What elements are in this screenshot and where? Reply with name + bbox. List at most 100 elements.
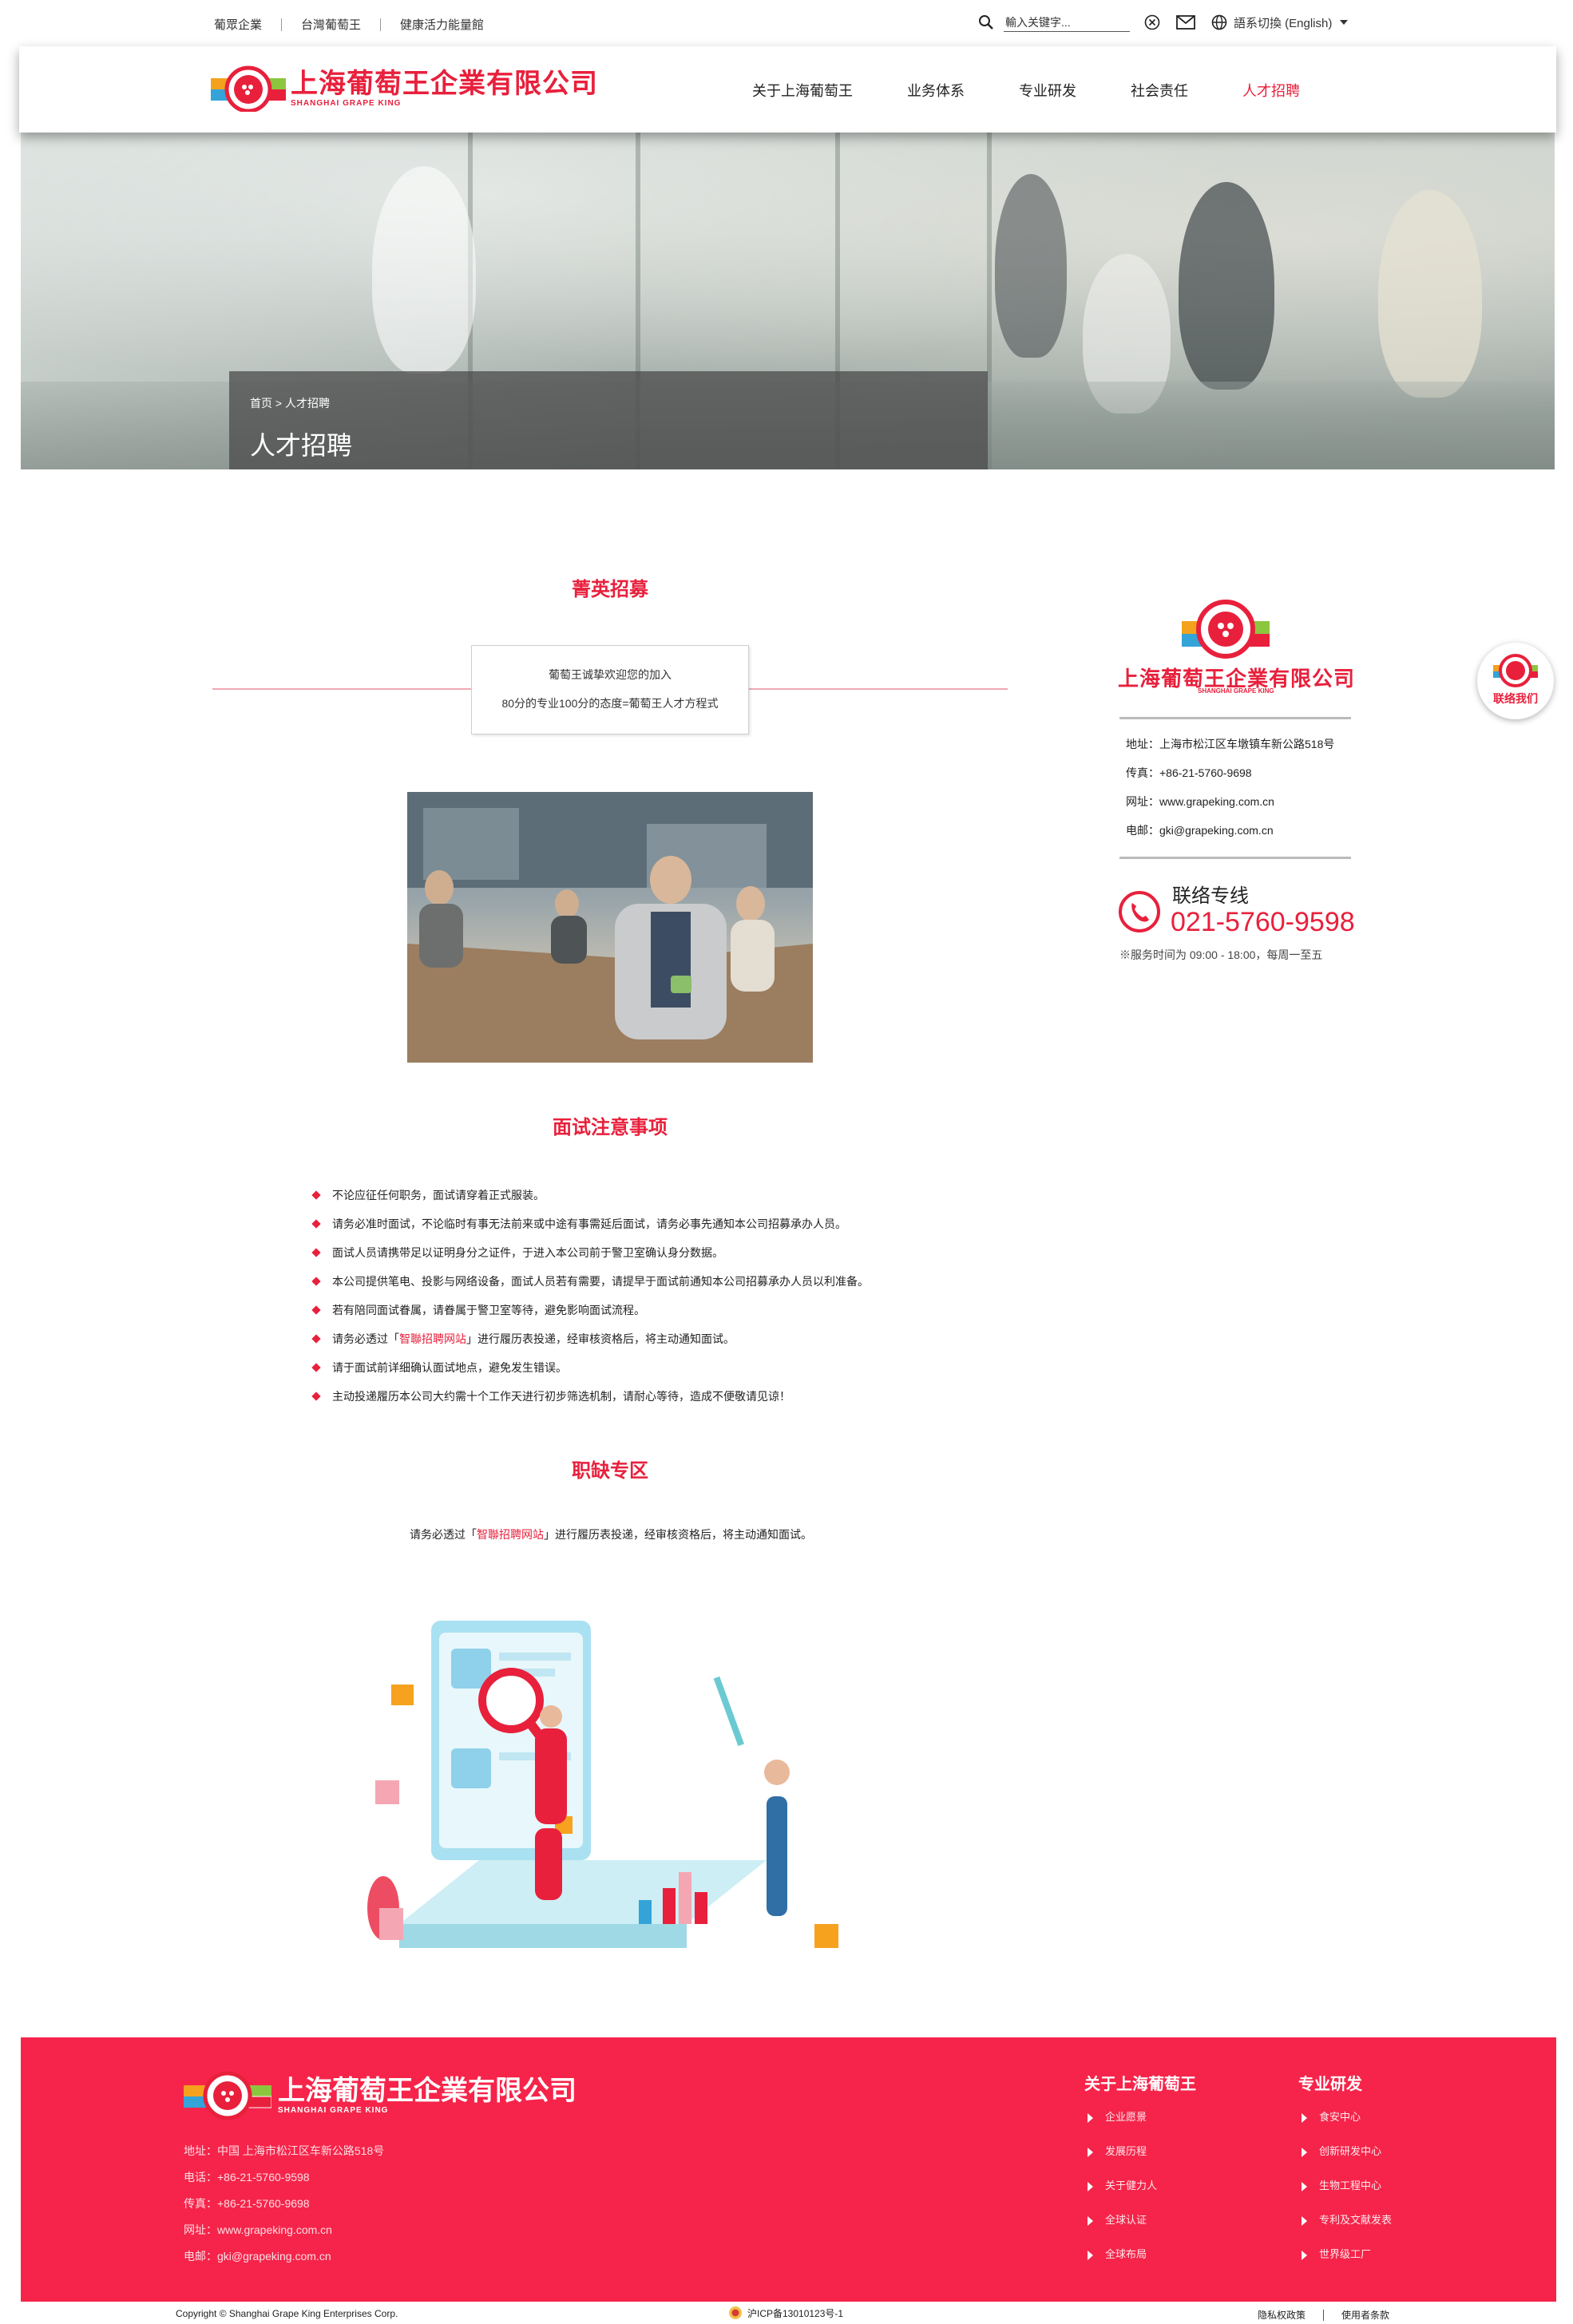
diamond-bullet-icon [311,1248,321,1257]
grape-king-logo-icon [1493,654,1538,687]
footer-fax: 传真：+86-21-5760-9698 [184,2197,310,2210]
logo-english-name: SHANGHAI GRAPE KING [291,98,402,108]
diamond-bullet-icon [311,1392,321,1401]
top-link-health-hall[interactable]: 健康活力能量館 [400,16,484,33]
footer-company-name: 上海葡萄王企業有限公司 [278,2075,577,2106]
footer-link[interactable]: 食安中心 [1298,2108,1392,2143]
list-item: 请务必透过「智聯招聘网站」进行履历表投递，经审核资格后，将主动通知面试。 [311,1329,998,1358]
footer-link[interactable]: 全球认证 [1084,2211,1196,2246]
divider [1323,2309,1325,2321]
footer-link[interactable]: 专利及文献发表 [1298,2211,1392,2246]
top-utility-bar: 葡眾企業 台灣葡萄王 健康活力能量館 語系切換 (English) [0,0,1573,46]
hero-person [1179,182,1274,390]
nav-about[interactable]: 关于上海葡萄王 [752,80,853,101]
privacy-link[interactable]: 隐私权政策 [1258,2308,1306,2322]
hotline-number[interactable]: 021-5760-9598 [1171,907,1355,938]
note-text: 请于面试前详细确认面试地点，避免发生错误。 [332,1361,567,1374]
triangle-right-icon [1302,2113,1307,2123]
nav-social[interactable]: 社会责任 [1131,80,1188,101]
interview-notes-list: 不论应征任何职务，面试请穿着正式服装。 请务必准时面试，不论临时有事无法前来或中… [311,1186,998,1415]
footer-link[interactable]: 关于健力人 [1084,2177,1196,2211]
footer-website[interactable]: 网址：www.grapeking.com.cn [184,2220,384,2247]
footer-email[interactable]: 电邮：gki@grapeking.com.cn [184,2247,384,2273]
divider [281,18,283,31]
footer-col-heading[interactable]: 专业研发 [1298,2071,1392,2094]
footer-english-name: SHANGHAI GRAPE KING [278,2105,389,2115]
copyright: Copyright © Shanghai Grape King Enterpri… [176,2308,398,2319]
footer-phone: 电话：+86-21-5760-9598 [184,2171,310,2183]
site-footer: 上海葡萄王企業有限公司 SHANGHAI GRAPE KING 地址：中国 上海… [21,2037,1556,2302]
footer-col-about: 关于上海葡萄王 企业愿景 发展历程 关于健力人 全球认证 全球布局 [1084,2071,1196,2280]
footer-link[interactable]: 生物工程中心 [1298,2177,1392,2211]
zhilian-link[interactable]: 智聯招聘网站 [477,1528,544,1541]
mail-icon[interactable] [1176,15,1195,30]
sidebar-website[interactable]: 网址：www.grapeking.com.cn [1126,792,1334,821]
intro-box: 葡萄王诚挚欢迎您的加入 80分的专业100分的态度=葡萄王人才方程式 [471,645,749,734]
logo-company-name: 上海葡萄王企業有限公司 [291,68,598,99]
diamond-bullet-icon [311,1219,321,1229]
sidebar-email[interactable]: 电邮：gki@grapeking.com.cn [1126,821,1334,849]
sidebar-contact-info: 地址：上海市松江区车墩镇车新公路518号 传真：+86-21-5760-9698… [1126,734,1334,849]
footer-col-heading[interactable]: 关于上海葡萄王 [1084,2071,1196,2094]
language-switcher[interactable]: 語系切換 (English) [1211,14,1349,31]
triangle-right-icon [1302,2216,1307,2226]
list-item: 不论应征任何职务，面试请穿着正式服装。 [311,1186,998,1214]
recruitment-illustration [351,1589,862,1980]
diamond-bullet-icon [311,1363,321,1372]
recruit-team-photo [407,792,813,1063]
divider [1119,717,1351,719]
top-link-taiwan-grapeking[interactable]: 台灣葡萄王 [301,16,361,33]
note-text: 不论应征任何职务，面试请穿着正式服装。 [332,1189,545,1202]
hotline-label: 联络专线 [1172,885,1249,907]
section-title-recruit: 菁英招募 [572,579,648,600]
triangle-right-icon [1088,2113,1093,2123]
footer-logo[interactable]: 上海葡萄王企業有限公司 SHANGHAI GRAPE KING [184,2069,577,2120]
list-item: 面试人员请携带足以证明身分之证件，于进入本公司前于警卫室确认身分数据。 [311,1243,998,1272]
zhilian-link[interactable]: 智聯招聘网站 [399,1332,466,1345]
policy-links: 隐私权政策 使用者条款 [1258,2308,1389,2322]
diamond-bullet-icon [311,1190,321,1200]
footer-address: 地址：中国 上海市松江区车新公路518号 [184,2144,385,2157]
bottom-bar: Copyright © Shanghai Grape King Enterpri… [0,2302,1573,2324]
footer-link[interactable]: 世界级工厂 [1298,2246,1392,2280]
note-text: 请务必透过「 [332,1332,399,1345]
intro-line-1: 葡萄王诚挚欢迎您的加入 [549,668,672,681]
list-item: 请务必准时面试，不论临时有事无法前来或中途有事需延后面试，请务必事先通知本公司招… [311,1214,998,1243]
footer-col-research: 专业研发 食安中心 创新研发中心 生物工程中心 专利及文献发表 世界级工厂 [1298,2071,1392,2280]
note-text: 请务必准时面试，不论临时有事无法前来或中途有事需延后面试，请务必事先通知本公司招… [332,1217,846,1230]
contact-us-float-button[interactable]: 联络我们 [1477,643,1554,719]
terms-link[interactable]: 使用者条款 [1341,2308,1389,2322]
grape-king-logo-icon [184,2071,271,2120]
sidebar-fax: 传真：+86-21-5760-9698 [1126,766,1252,779]
triangle-right-icon [1302,2148,1307,2157]
note-text: 本公司提供笔电、投影与网络设备，面试人员若有需要，请提早于面试前通知本公司招募承… [332,1275,869,1288]
section-title-interview: 面试注意事项 [553,1117,668,1138]
hotline-hours: ※服务时间为 09:00 - 18:00，每周一至五 [1119,948,1323,961]
nav-research[interactable]: 专业研发 [1019,80,1076,101]
hero-person [1378,190,1482,398]
list-item: 本公司提供笔电、投影与网络设备，面试人员若有需要，请提早于面试前通知本公司招募承… [311,1272,998,1301]
clear-icon[interactable] [1144,14,1160,30]
note-text: 」进行履历表投递，经审核资格后，将主动通知面试。 [466,1332,735,1345]
footer-link[interactable]: 企业愿景 [1084,2108,1196,2143]
icp-record[interactable]: 沪ICP备13010123号-1 [728,2306,843,2320]
footer-link[interactable]: 发展历程 [1084,2143,1196,2177]
police-badge-icon [728,2306,743,2320]
search-input[interactable] [1004,13,1130,32]
search-icon[interactable] [978,14,994,30]
nav-business[interactable]: 业务体系 [907,80,965,101]
breadcrumb[interactable]: 首页 > 人才招聘 [250,395,330,411]
note-text: 面试人员请携带足以证明身分之证件，于进入本公司前于警卫室确认身分数据。 [332,1246,723,1259]
contact-us-label: 联络我们 [1493,692,1538,705]
site-logo[interactable]: 上海葡萄王企業有限公司 SHANGHAI GRAPE KING [211,64,598,113]
search-box [978,13,1160,32]
hero-person [372,166,476,374]
nav-careers[interactable]: 人才招聘 [1242,80,1300,101]
triangle-right-icon [1088,2182,1093,2191]
jobs-text: 请务必透过「智聯招聘网站」进行履历表投递，经审核资格后，将主动通知面试。 [240,1526,982,1542]
footer-link[interactable]: 全球布局 [1084,2246,1196,2280]
diamond-bullet-icon [311,1305,321,1315]
sidebar-english-name: SHANGHAI GRAPE KING [1198,687,1274,695]
footer-link[interactable]: 创新研发中心 [1298,2143,1392,2177]
top-link-gk-enterprise[interactable]: 葡眾企業 [214,16,262,33]
